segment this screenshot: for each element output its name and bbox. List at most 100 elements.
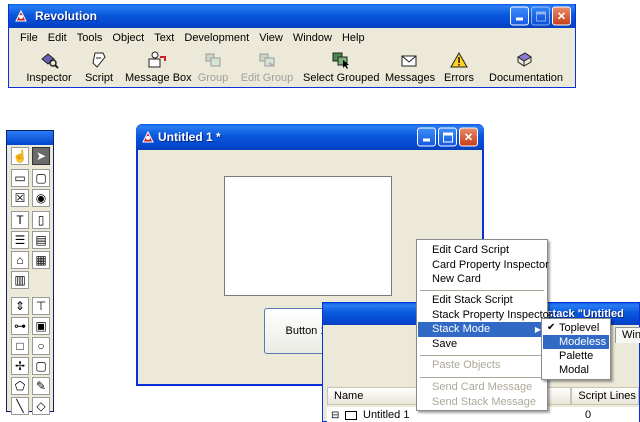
minimize-button[interactable] [510, 6, 529, 26]
inspector-icon [41, 53, 59, 69]
rounded-rectangle-tool-icon[interactable]: ▢ [32, 357, 50, 375]
menu-item-save[interactable]: Save [418, 337, 546, 352]
group-icon [205, 53, 221, 67]
context-menu: Edit Card Script Card Property Inspector… [416, 239, 552, 411]
submenu-item-toplevel[interactable]: ✔ Toplevel [543, 321, 609, 335]
menu-development[interactable]: Development [179, 30, 254, 46]
text-field-tool-icon[interactable]: ▯ [32, 211, 50, 229]
close-button[interactable]: × [552, 6, 571, 26]
pointer-tool-arrow-icon[interactable]: ➤ [32, 147, 50, 165]
menu-separator [420, 290, 544, 291]
close-icon: × [464, 128, 473, 145]
stack-close-button[interactable]: × [459, 127, 478, 147]
menu-item-paste-objects[interactable]: Paste Objects [418, 358, 546, 373]
menu-item-stack-property-inspector[interactable]: Stack Property Inspector [418, 308, 552, 323]
message-box-icon [148, 51, 166, 68]
documentation-button[interactable]: Documentation [489, 48, 563, 88]
menu-item-send-card-message[interactable]: Send Card Message [418, 380, 546, 395]
stack-title-bar[interactable]: Untitled 1 * × [136, 124, 484, 150]
messages-envelope-icon [401, 55, 417, 67]
inspector-button[interactable]: Inspector [25, 48, 73, 88]
group-button[interactable]: Group [195, 48, 231, 88]
menu-help[interactable]: Help [337, 30, 370, 46]
checkbox-tool-icon[interactable]: ☒ [11, 189, 29, 207]
submenu-item-modeless[interactable]: Modeless [543, 335, 609, 349]
revolution-logo-icon [142, 130, 154, 143]
checkmark-icon: ✔ [547, 322, 556, 333]
menu-item-edit-stack-script[interactable]: Edit Stack Script [418, 293, 546, 308]
radio-button-tool-icon[interactable]: ◉ [32, 189, 50, 207]
main-toolbar: Inspector Script Message Box Group Edit … [9, 48, 575, 88]
menu-edit[interactable]: Edit [43, 30, 72, 46]
list-field-tool-icon[interactable]: ☰ [11, 231, 29, 249]
image-area-tool-icon[interactable]: ▣ [32, 317, 50, 335]
label-field-tool-icon[interactable]: T [11, 211, 29, 229]
revolution-main-window: Revolution × File Edit Tools Object Text… [8, 4, 576, 88]
menu-item-stack-mode[interactable]: Stack Mode ▶ [418, 322, 546, 337]
menu-item-send-stack-message[interactable]: Send Stack Message [418, 395, 546, 410]
stack-maximize-button[interactable] [438, 127, 457, 147]
menu-bar: File Edit Tools Object Text Development … [15, 30, 370, 46]
main-window-title: Revolution [35, 9, 97, 23]
script-icon [92, 52, 106, 68]
documentation-book-icon [517, 52, 532, 67]
scrolling-field-tool-icon[interactable]: ▤ [32, 231, 50, 249]
maximize-icon [443, 132, 453, 143]
tools-palette: ☝ ➤ ▭ ▢ ☒ ◉ T ▯ ☰ ▤ ⌂ ▦ ▥ ⇕ ⊤ ⊶ ▣ □ ○ ✢ … [6, 130, 54, 415]
message-box-button[interactable]: Message Box [125, 48, 192, 88]
menu-item-card-property-inspector[interactable]: Card Property Inspector [418, 258, 549, 273]
errors-warning-icon [450, 51, 468, 68]
stack-mode-label: Stack Mode [432, 323, 491, 335]
stack-mode-submenu: ✔ Toplevel Modeless Palette Modal [541, 318, 611, 380]
script-button[interactable]: Script [81, 48, 117, 88]
expand-toggle-icon[interactable]: ⊟ [331, 410, 345, 421]
line-tool-icon[interactable]: ╲ [11, 397, 29, 415]
menu-file[interactable]: File [15, 30, 43, 46]
messages-button[interactable]: Messages [385, 48, 435, 88]
toplevel-label: Toplevel [559, 322, 600, 334]
progress-bar-tool-icon[interactable]: ⊤ [32, 297, 50, 315]
menu-view[interactable]: View [254, 30, 288, 46]
browser-tab-windows[interactable]: Win [615, 327, 640, 343]
tab-panel-tool-icon[interactable]: ▢ [32, 169, 50, 187]
stack-window-title: Untitled 1 * [158, 130, 221, 144]
polygon-tool-icon[interactable]: ⬠ [11, 377, 29, 395]
edit-group-icon [259, 53, 275, 67]
combo-box-tool-icon[interactable]: ▦ [32, 251, 50, 269]
revolution-logo-icon [15, 9, 27, 22]
edit-group-button[interactable]: Edit Group [239, 48, 295, 88]
table-field-tool-icon[interactable]: ▥ [11, 271, 29, 289]
menu-object[interactable]: Object [107, 30, 149, 46]
menu-item-new-card[interactable]: New Card [418, 272, 546, 287]
menu-separator [420, 377, 544, 378]
menu-text[interactable]: Text [149, 30, 179, 46]
browse-tool-hand-icon[interactable]: ☝ [11, 147, 29, 165]
minimize-icon [516, 17, 523, 21]
maximize-button[interactable] [531, 6, 550, 26]
maximize-icon [536, 11, 546, 22]
stack-minimize-button[interactable] [417, 127, 436, 147]
option-menu-tool-icon[interactable]: ⌂ [11, 251, 29, 269]
select-grouped-button[interactable]: Select Grouped [303, 48, 379, 88]
menu-tools[interactable]: Tools [72, 30, 108, 46]
column-script-lines[interactable]: Script Lines [571, 387, 639, 405]
rectangle-tool-icon[interactable]: □ [11, 337, 29, 355]
submenu-item-modal[interactable]: Modal [543, 363, 609, 377]
button-tool-icon[interactable]: ▭ [11, 169, 29, 187]
text-field[interactable] [224, 176, 392, 296]
freehand-tool-icon[interactable]: ✎ [32, 377, 50, 395]
spray-tool-icon[interactable]: ✢ [11, 357, 29, 375]
errors-button[interactable]: Errors [441, 48, 477, 88]
row-script-lines: 0 [585, 409, 592, 421]
oval-tool-icon[interactable]: ○ [32, 337, 50, 355]
submenu-item-palette[interactable]: Palette [543, 349, 609, 363]
diamond-tool-icon[interactable]: ◇ [32, 397, 50, 415]
menu-window[interactable]: Window [288, 30, 337, 46]
slider-tool-icon[interactable]: ⊶ [11, 317, 29, 335]
minimize-icon [423, 138, 430, 142]
palette-title-bar[interactable] [7, 131, 53, 145]
scrollbar-tool-icon[interactable]: ⇕ [11, 297, 29, 315]
menu-separator [420, 355, 544, 356]
main-title-bar[interactable]: Revolution × [9, 4, 575, 28]
menu-item-edit-card-script[interactable]: Edit Card Script [418, 243, 546, 258]
